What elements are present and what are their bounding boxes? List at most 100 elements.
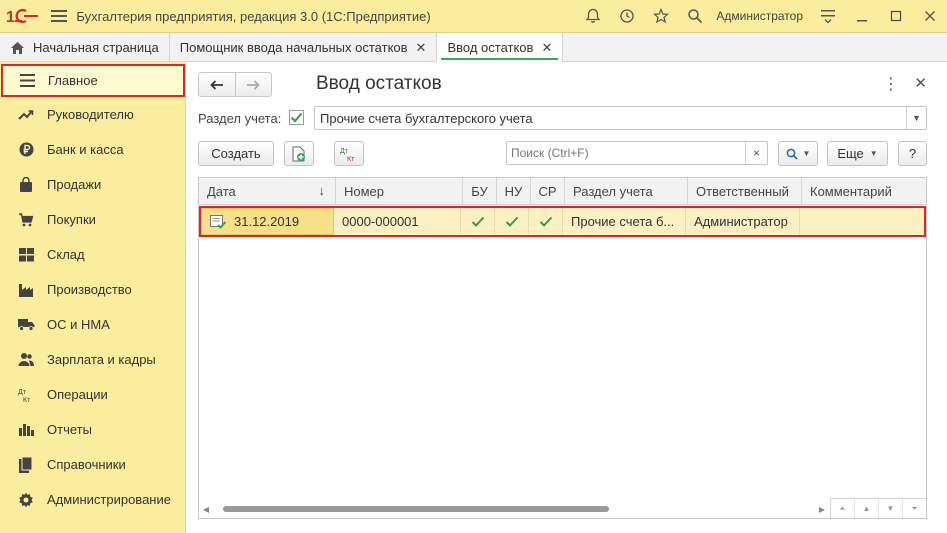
scroll-down-icon[interactable]: ▼: [879, 499, 903, 518]
scroll-to-top-icon[interactable]: ⏶: [831, 499, 855, 518]
settings-menu-icon[interactable]: [811, 0, 845, 33]
star-icon[interactable]: [644, 0, 678, 33]
bell-icon[interactable]: [576, 0, 610, 33]
table-row[interactable]: 31.12.2019 0000-000001 Прочие счета б...…: [199, 206, 926, 237]
main-menu-icon[interactable]: [46, 0, 72, 33]
create-copy-button[interactable]: [284, 141, 314, 166]
column-header-comment[interactable]: Комментарий: [802, 178, 926, 205]
sidebar-item-reports[interactable]: Отчеты: [0, 412, 185, 447]
cell-responsible[interactable]: Администратор: [686, 206, 800, 237]
sidebar-item-salary-hr[interactable]: Зарплата и кадры: [0, 342, 185, 377]
cell-nu-check-icon[interactable]: [495, 206, 529, 237]
gear-icon: [16, 490, 36, 510]
posted-document-icon: [210, 214, 226, 229]
sidebar-item-directories[interactable]: Справочники: [0, 447, 185, 482]
tab-home[interactable]: Начальная страница: [0, 33, 170, 62]
form-area: Ввод остатков ⋮ ✕ Раздел учета: Прочие с…: [186, 62, 947, 533]
bar-chart-icon: [16, 420, 36, 440]
dt-kt-icon: ДтКт: [16, 385, 36, 405]
column-header-date[interactable]: Дата ↓: [199, 178, 336, 205]
sidebar-item-production[interactable]: Производство: [0, 272, 185, 307]
sidebar-item-label: Справочники: [47, 457, 126, 472]
create-button[interactable]: Создать: [198, 141, 274, 166]
search-input[interactable]: [507, 142, 745, 164]
maximize-icon[interactable]: [879, 0, 913, 33]
current-user[interactable]: Администратор: [712, 9, 811, 23]
tab-balances-entry[interactable]: Ввод остатков ✕: [437, 33, 564, 62]
app-title: Бухгалтерия предприятия, редакция 3.0 (1…: [76, 8, 431, 24]
dropdown-arrow-icon[interactable]: ▼: [906, 107, 926, 129]
more-button[interactable]: Еще ▼: [827, 141, 888, 166]
horizontal-scrollbar[interactable]: ◀ ▶: [199, 500, 829, 518]
back-button[interactable]: [199, 73, 235, 96]
cell-comment[interactable]: [800, 206, 926, 237]
scroll-thumb[interactable]: [223, 506, 609, 512]
sidebar-item-management[interactable]: Руководителю: [0, 97, 185, 132]
dt-kt-button[interactable]: Дт Кт: [334, 141, 364, 166]
chevron-down-icon: ▼: [802, 149, 811, 158]
cell-sr-check-icon[interactable]: [529, 206, 563, 237]
column-header-bu[interactable]: БУ: [463, 178, 497, 205]
close-tab-icon[interactable]: ✕: [541, 40, 552, 56]
search-icon: [786, 148, 798, 160]
svg-text:Кт: Кт: [347, 156, 355, 162]
sidebar-item-warehouse[interactable]: Склад: [0, 237, 185, 272]
close-window-icon[interactable]: [913, 0, 947, 33]
help-button[interactable]: ?: [898, 141, 927, 166]
scroll-left-icon[interactable]: ◀: [199, 500, 213, 518]
menu-lines-icon: [17, 71, 37, 91]
sidebar-item-label: Руководителю: [47, 107, 134, 122]
sidebar-item-label: Главное: [48, 73, 98, 88]
open-tabs-bar: Начальная страница Помощник ввода началь…: [0, 33, 947, 62]
tab-label: Начальная страница: [33, 40, 159, 55]
column-header-section[interactable]: Раздел учета: [565, 178, 688, 205]
sidebar-item-sales[interactable]: Продажи: [0, 167, 185, 202]
factory-icon: [16, 280, 36, 300]
scroll-up-icon[interactable]: ▲: [855, 499, 879, 518]
column-header-responsible[interactable]: Ответственный: [688, 178, 802, 205]
arrow-right-icon: [247, 79, 261, 90]
history-icon[interactable]: [610, 0, 644, 33]
table-header: Дата ↓ Номер БУ НУ СР Раздел учета Ответ…: [199, 178, 926, 205]
1c-logo[interactable]: 1: [0, 0, 46, 33]
sidebar-item-main[interactable]: Главное: [1, 64, 185, 97]
search-icon[interactable]: [678, 0, 712, 33]
sidebar-item-operations[interactable]: Дт Кт Операции: [0, 377, 185, 412]
tab-opening-balances-assistant[interactable]: Помощник ввода начальных остатков ✕: [170, 33, 438, 62]
svg-text:1: 1: [6, 9, 15, 24]
add-document-icon: [292, 146, 305, 161]
sidebar-item-purchases[interactable]: Покупки: [0, 202, 185, 237]
sidebar-item-bank-cash[interactable]: Банк и касса: [0, 132, 185, 167]
column-header-number[interactable]: Номер: [336, 178, 463, 205]
sidebar-item-label: Администрирование: [47, 492, 171, 507]
column-header-sr[interactable]: СР: [531, 178, 565, 205]
cell-date[interactable]: 31.12.2019: [201, 208, 334, 235]
sidebar-item-fixed-assets[interactable]: ОС и НМА: [0, 307, 185, 342]
minimize-icon[interactable]: [845, 0, 879, 33]
documents-table: Дата ↓ Номер БУ НУ СР Раздел учета Ответ…: [198, 177, 927, 519]
cell-section[interactable]: Прочие счета б...: [563, 206, 686, 237]
svg-text:Дт: Дт: [18, 389, 27, 396]
search-box: ×: [506, 141, 768, 165]
scroll-right-icon[interactable]: ▶: [815, 500, 829, 518]
cell-bu-check-icon[interactable]: [461, 206, 495, 237]
close-tab-icon[interactable]: ✕: [416, 40, 427, 56]
sidebar-item-administration[interactable]: Администрирование: [0, 482, 185, 517]
section-select[interactable]: Прочие счета бухгалтерского учета ▼: [314, 106, 927, 130]
cell-number[interactable]: 0000-000001: [334, 206, 461, 237]
svg-text:Дт: Дт: [340, 148, 349, 155]
column-header-nu[interactable]: НУ: [497, 178, 531, 205]
trend-icon: [16, 105, 36, 125]
forward-button[interactable]: [234, 73, 271, 96]
sidebar-item-label: Зарплата и кадры: [47, 352, 156, 367]
search-options-button[interactable]: ▼: [778, 141, 818, 166]
scroll-to-bottom-icon[interactable]: ⏷: [903, 499, 926, 518]
history-nav: [198, 72, 272, 97]
section-checkbox[interactable]: [289, 110, 304, 125]
more-vertical-icon[interactable]: ⋮: [883, 74, 899, 94]
tab-label: Ввод остатков: [447, 40, 534, 55]
more-button-label: Еще: [837, 146, 864, 161]
close-form-icon[interactable]: ✕: [914, 74, 927, 92]
people-icon: [16, 350, 36, 370]
clear-search-button[interactable]: ×: [745, 142, 767, 164]
